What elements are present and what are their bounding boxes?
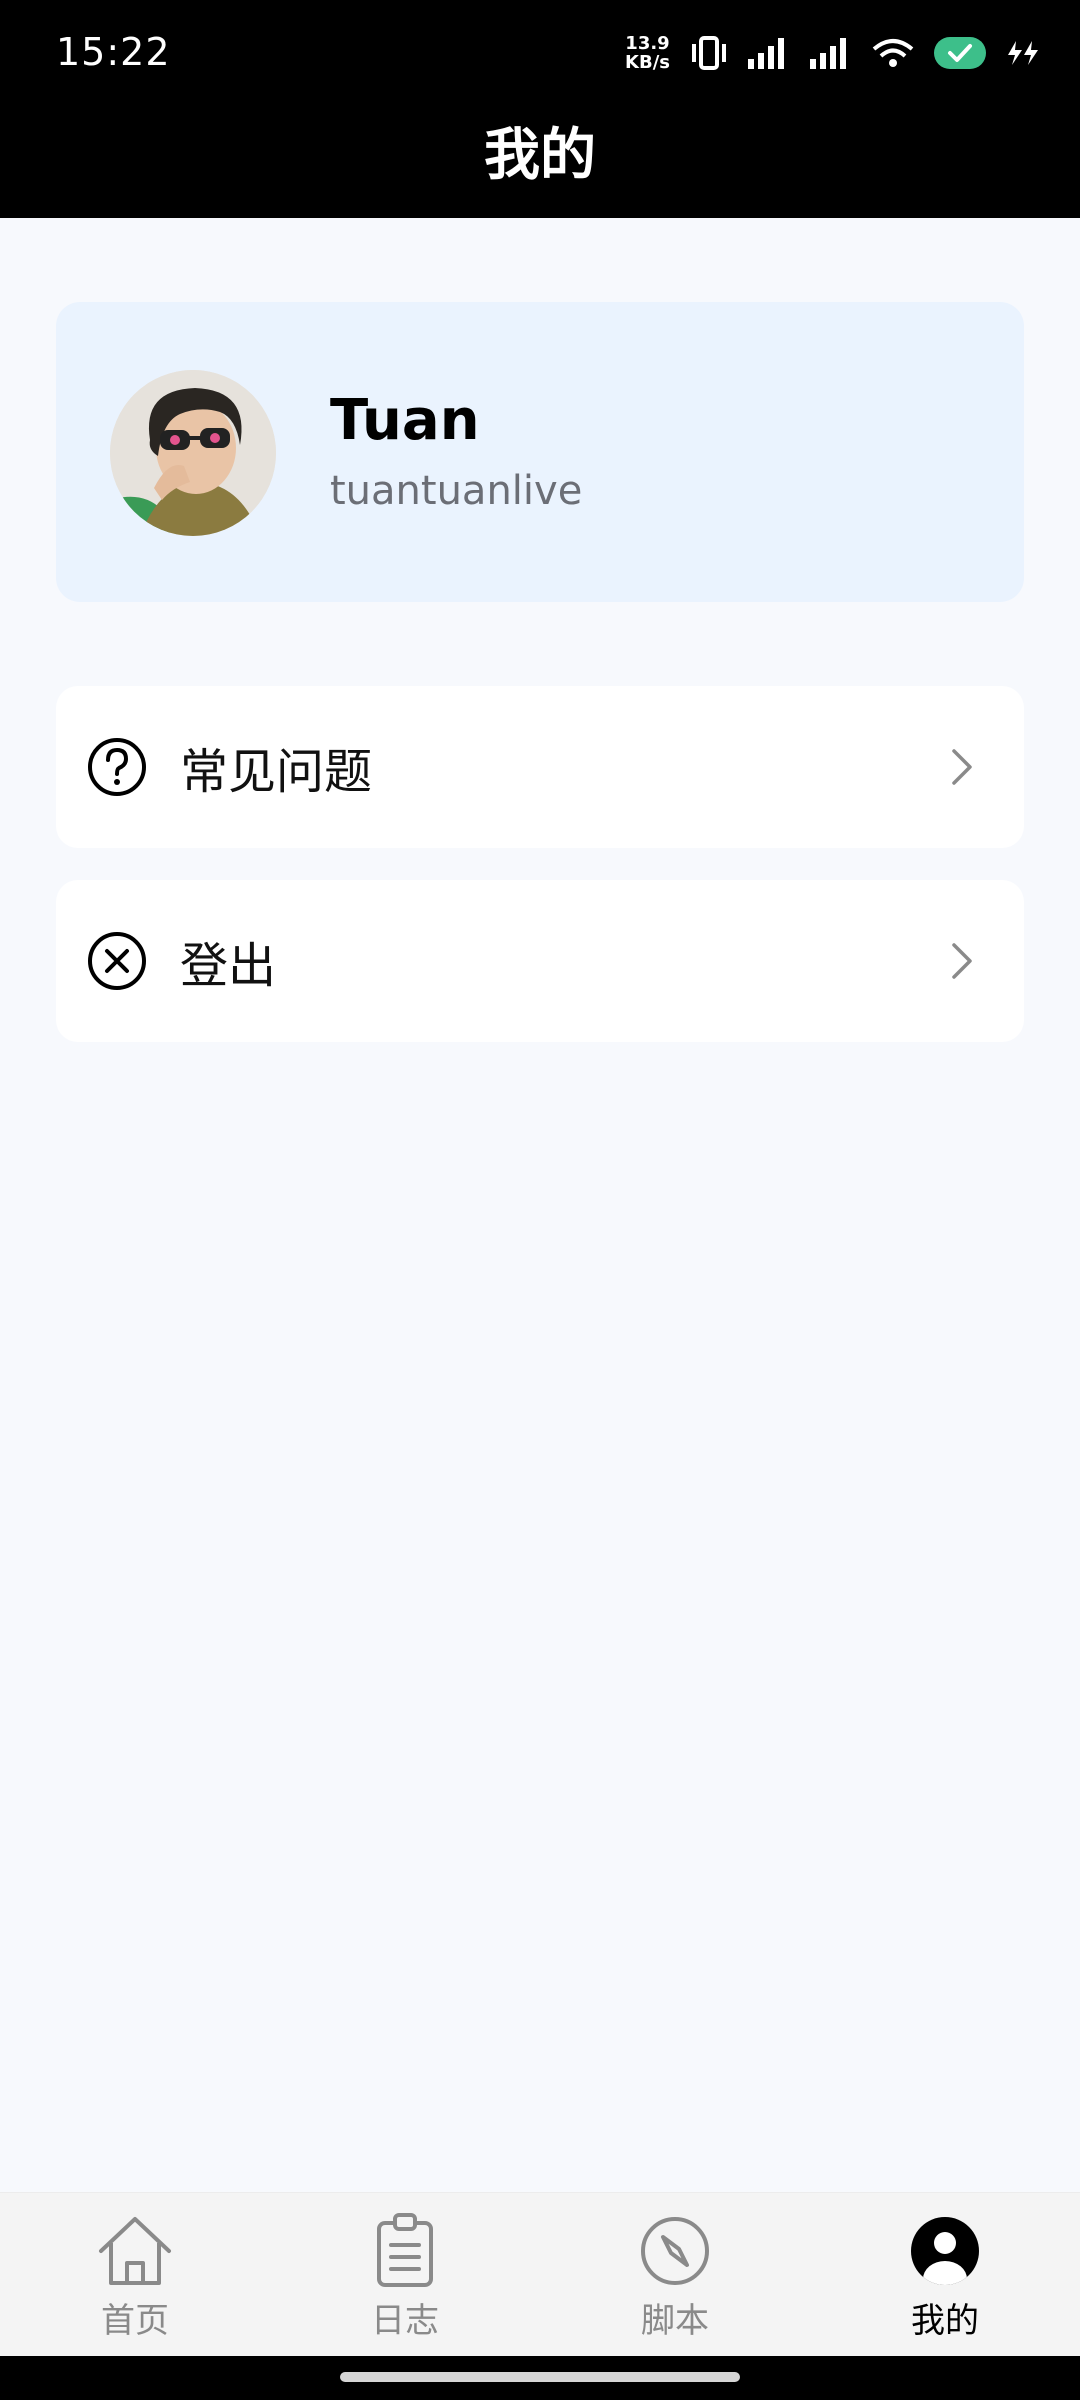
charging-icon	[1008, 41, 1038, 65]
avatar[interactable]	[110, 370, 276, 536]
home-icon	[99, 2217, 171, 2285]
nav-item-script[interactable]: 脚本	[575, 2213, 775, 2353]
nav-item-home[interactable]: 首页	[35, 2213, 235, 2353]
chevron-right-icon	[952, 749, 972, 785]
screen: 15:22 13.9 KB/s 我的 Tuan tuantuanlive 常见问…	[0, 0, 1080, 2400]
network-speed-value: 13.9	[625, 33, 670, 54]
nav-item-script-label: 脚本	[641, 2301, 709, 2341]
profile-username: tuantuanlive	[330, 468, 583, 514]
top-bar: 15:22 13.9 KB/s 我的	[0, 0, 1080, 218]
close-circle-icon	[88, 932, 146, 990]
vibrate-icon	[692, 36, 726, 70]
nav-item-log[interactable]: 日志	[305, 2213, 505, 2353]
chevron-right-icon	[952, 943, 972, 979]
battery-icon	[934, 37, 986, 69]
signal-icon	[748, 38, 784, 69]
menu-item-logout[interactable]: 登出	[56, 880, 1024, 1042]
question-circle-icon	[88, 738, 146, 796]
compass-icon	[641, 2217, 709, 2285]
status-icons: 13.9 KB/s	[625, 30, 1040, 76]
gesture-area	[0, 2356, 1080, 2400]
signal-icon-2	[810, 38, 846, 69]
menu-item-faq-label: 常见问题	[180, 744, 373, 800]
network-speed: 13.9 KB/s	[625, 34, 670, 72]
nav-item-mine[interactable]: 我的	[845, 2213, 1045, 2353]
avatar-image	[110, 370, 276, 536]
bottom-nav: 首页 日志 脚本 我的	[0, 2192, 1080, 2357]
user-icon	[911, 2217, 979, 2285]
profile-name: Tuan	[330, 388, 480, 453]
nav-item-log-label: 日志	[371, 2301, 439, 2341]
menu-item-logout-label: 登出	[180, 938, 277, 994]
page-title: 我的	[484, 123, 596, 188]
clipboard-icon	[377, 2213, 433, 2287]
menu-item-faq[interactable]: 常见问题	[56, 686, 1024, 848]
profile-card[interactable]: Tuan tuantuanlive	[56, 302, 1024, 602]
home-gesture-bar[interactable]	[340, 2372, 740, 2382]
nav-item-mine-label: 我的	[911, 2301, 979, 2341]
status-time: 15:22	[56, 30, 171, 74]
nav-item-home-label: 首页	[101, 2301, 169, 2341]
network-speed-unit: KB/s	[625, 52, 670, 73]
wifi-icon	[872, 39, 914, 67]
